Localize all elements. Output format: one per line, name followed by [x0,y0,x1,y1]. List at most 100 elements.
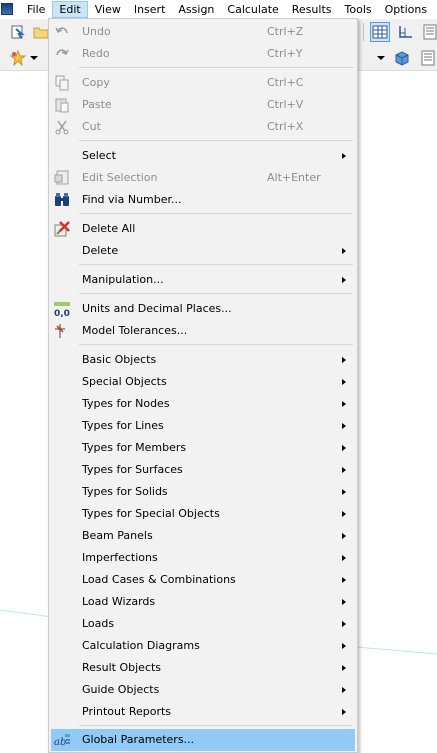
cut-icon [54,119,70,135]
menu-separator [79,140,353,141]
units-decimal-icon: 0,00 [54,301,70,317]
menu-tools[interactable]: Tools [339,1,378,18]
menu-item-label: Copy [82,76,110,89]
menu-item-guide-objects[interactable]: Guide Objects [51,679,355,701]
global-parameters-icon: ab [54,732,70,748]
menu-item-load-cases-combinations[interactable]: Load Cases & Combinations [51,569,355,591]
menu-item-label: Imperfections [82,551,158,564]
menu-item-redo[interactable]: Redo Ctrl+Y [51,43,355,65]
menu-item-basic-objects[interactable]: Basic Objects [51,349,355,371]
menu-results[interactable]: Results [286,1,338,18]
tolerance-icon [54,323,70,339]
menu-item-manipulation[interactable]: Manipulation... [51,269,355,291]
menu-item-label: Beam Panels [82,529,153,542]
star-icon[interactable] [8,48,28,68]
menu-item-types-for-surfaces[interactable]: Types for Surfaces [51,459,355,481]
menu-view[interactable]: View [89,1,127,18]
menu-item-label: Types for Nodes [82,397,170,410]
menu-item-label: Guide Objects [82,683,160,696]
menu-item-label: Calculation Diagrams [82,639,200,652]
menu-item-copy[interactable]: Copy Ctrl+C [51,72,355,94]
menu-item-printout-reports[interactable]: Printout Reports [51,701,355,723]
delete-all-icon [54,221,70,237]
cube-icon[interactable] [392,48,412,68]
menu-item-label: Select [82,149,116,162]
menu-item-shortcut: Ctrl+Z [267,25,304,38]
menu-item-types-for-solids[interactable]: Types for Solids [51,481,355,503]
menu-item-shortcut: Ctrl+Y [267,47,303,60]
menu-assign[interactable]: Assign [172,1,220,18]
menu-item-select[interactable]: Select [51,145,355,167]
menu-item-cut[interactable]: Cut Ctrl+X [51,116,355,138]
import-icon[interactable] [8,22,28,42]
panel-icon[interactable] [420,22,437,42]
menu-options[interactable]: Options [379,1,433,18]
menu-item-imperfections[interactable]: Imperfections [51,547,355,569]
menu-item-load-wizards[interactable]: Load Wizards [51,591,355,613]
submenu-arrow-icon [342,665,346,671]
menu-item-label: Find via Number... [82,193,182,206]
submenu-arrow-icon [342,709,346,715]
submenu-arrow-icon [342,511,346,517]
binoculars-icon [54,192,70,208]
menu-item-edit-selection[interactable]: Edit Selection Alt+Enter [51,167,355,189]
menu-item-delete[interactable]: Delete [51,240,355,262]
menu-file[interactable]: File [21,1,51,18]
submenu-arrow-icon [342,357,346,363]
menu-item-label: Units and Decimal Places... [82,302,232,315]
submenu-arrow-icon [342,401,346,407]
paste-icon [54,97,70,113]
menu-item-types-for-special-objects[interactable]: Types for Special Objects [51,503,355,525]
submenu-arrow-icon [342,445,346,451]
menu-item-undo[interactable]: Undo Ctrl+Z [51,21,355,43]
menu-separator [79,264,353,265]
menu-item-paste[interactable]: Paste Ctrl+V [51,94,355,116]
copy-icon [54,75,70,91]
submenu-arrow-icon [342,599,346,605]
submenu-arrow-icon [342,489,346,495]
menu-item-label: Undo [82,25,111,38]
menu-item-label: Model Tolerances... [82,324,188,337]
menu-item-result-objects[interactable]: Result Objects [51,657,355,679]
menu-item-special-objects[interactable]: Special Objects [51,371,355,393]
submenu-arrow-icon [342,467,346,473]
menu-item-delete-all[interactable]: Delete All [51,218,355,240]
svg-text:0,00: 0,00 [54,309,70,317]
submenu-arrow-icon [342,248,346,254]
submenu-arrow-icon [342,577,346,583]
menu-item-shortcut: Ctrl+C [267,76,304,89]
panel-icon[interactable] [418,48,437,68]
menu-item-types-for-nodes[interactable]: Types for Nodes [51,393,355,415]
menu-item-units-decimal-places[interactable]: 0,00 Units and Decimal Places... [51,298,355,320]
menu-separator [79,213,353,214]
menu-calculate[interactable]: Calculate [221,1,284,18]
submenu-arrow-icon [342,423,346,429]
menu-item-label: Global Parameters... [82,733,195,746]
app-icon[interactable] [1,3,13,15]
menu-item-label: Special Objects [82,375,167,388]
menu-item-model-tolerances[interactable]: Model Tolerances... [51,320,355,342]
menu-item-label: Delete [82,244,119,257]
menu-item-types-for-lines[interactable]: Types for Lines [51,415,355,437]
menu-item-beam-panels[interactable]: Beam Panels [51,525,355,547]
menu-separator [79,293,353,294]
menu-item-global-parameters[interactable]: ab Global Parameters... [51,729,355,751]
menu-edit[interactable]: Edit [52,0,88,18]
submenu-arrow-icon [342,153,346,159]
submenu-arrow-icon [342,643,346,649]
menu-item-label: Paste [82,98,112,111]
dropdown-arrow-icon[interactable] [29,48,39,68]
axis-icon[interactable] [395,22,415,42]
menu-item-loads[interactable]: Loads [51,613,355,635]
menu-separator [79,725,353,726]
menu-item-label: Manipulation... [82,273,164,286]
dropdown-arrow-icon[interactable] [376,48,386,68]
menu-item-label: Types for Special Objects [82,507,220,520]
menu-item-find-via-number[interactable]: Find via Number... [51,189,355,211]
menu-item-shortcut: Alt+Enter [267,171,321,184]
menu-insert[interactable]: Insert [128,1,172,18]
table-view-icon[interactable] [370,22,390,42]
menu-item-label: Delete All [82,222,136,235]
menu-item-types-for-members[interactable]: Types for Members [51,437,355,459]
menu-item-calculation-diagrams[interactable]: Calculation Diagrams [51,635,355,657]
